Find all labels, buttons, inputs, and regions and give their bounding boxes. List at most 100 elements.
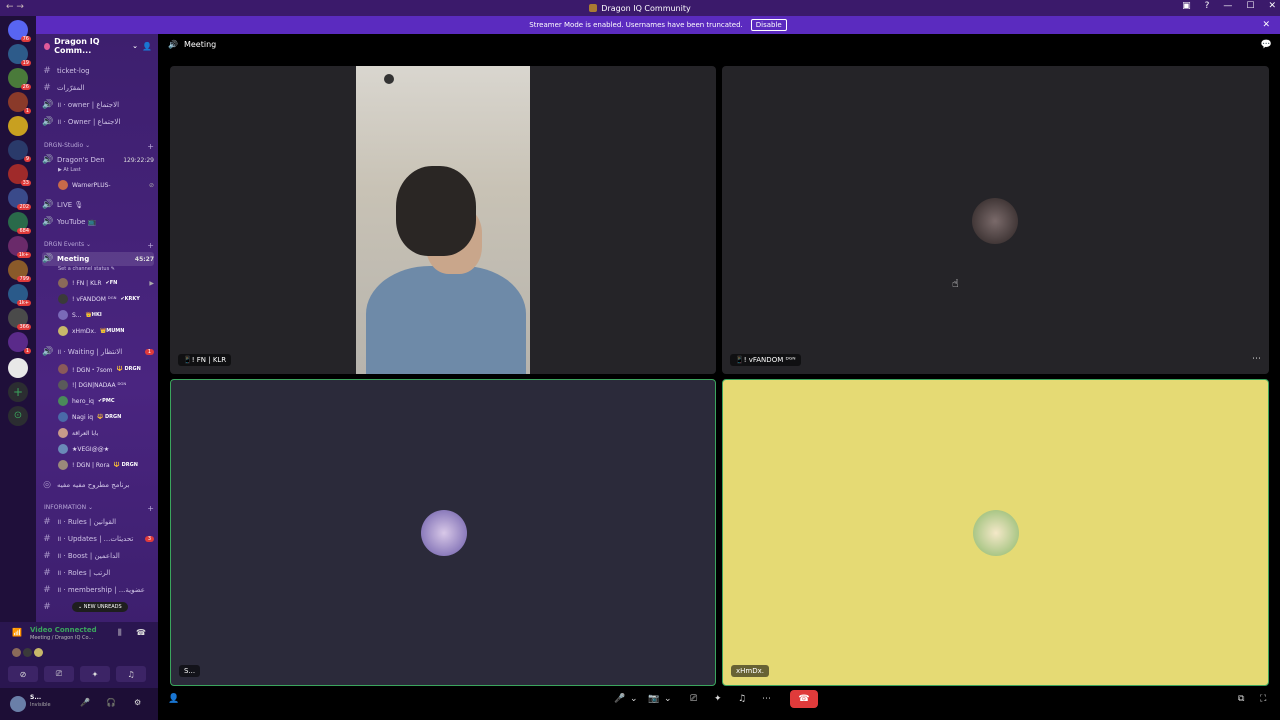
server-icon[interactable]: 366 bbox=[8, 308, 31, 330]
server-icon[interactable]: 33 bbox=[8, 164, 31, 186]
streamer-mode-banner: Streamer Mode is enabled. Usernames have… bbox=[36, 16, 1280, 34]
voice-user[interactable]: ★VEGI@@★ bbox=[58, 442, 154, 456]
close-window-icon[interactable]: ✕ bbox=[1268, 1, 1276, 11]
avatar bbox=[58, 396, 68, 406]
add-server-icon[interactable]: + bbox=[8, 382, 28, 402]
voice-user[interactable]: ! FN | KLR ✔FN ▶ bbox=[58, 276, 154, 290]
category-drgn-events[interactable]: DRGN Events ⌄ + bbox=[44, 241, 154, 250]
screen-share-icon[interactable]: ⎚ bbox=[690, 694, 697, 704]
headphones-icon[interactable]: 🎧 bbox=[106, 698, 116, 707]
server-icon[interactable]: 202 bbox=[8, 188, 31, 210]
voice-user[interactable]: xHmDx. 👑MUMN bbox=[58, 324, 154, 338]
banner-close-icon[interactable]: ✕ bbox=[1262, 20, 1270, 30]
voice-user[interactable]: ! DGN・7som 🔱 DRGN bbox=[58, 362, 154, 376]
minimize-icon[interactable]: — bbox=[1223, 1, 1232, 11]
category-information[interactable]: INFORMATION ⌄ + bbox=[44, 504, 154, 513]
channel-dragons-den[interactable]: 🔊 Dragon's Den 129:22:29 bbox=[42, 153, 154, 167]
channel-youtube[interactable]: 🔊 YouTube 📺 bbox=[42, 215, 154, 229]
soundboard-icon[interactable]: ♫ bbox=[738, 694, 746, 704]
channel-meeting[interactable]: 🔊 Meeting 45:27 bbox=[42, 252, 154, 266]
camera-icon[interactable]: 📷 bbox=[648, 694, 659, 704]
voice-location[interactable]: Meeting / Dragon IQ Co... bbox=[30, 635, 93, 641]
leave-call-button[interactable]: ☎ bbox=[790, 690, 818, 708]
add-channel-icon[interactable]: + bbox=[147, 142, 154, 151]
voice-user[interactable]: Nagi iq 🔱 DRGN bbox=[58, 410, 154, 424]
server-icon[interactable] bbox=[8, 116, 28, 136]
server-icon-active[interactable] bbox=[8, 358, 28, 378]
discover-icon[interactable]: ⊙ bbox=[8, 406, 28, 426]
server-icon[interactable]: 799 bbox=[8, 260, 31, 282]
channel-live[interactable]: 🔊 LIVE 🎙 bbox=[42, 198, 154, 212]
add-channel-icon[interactable]: + bbox=[147, 241, 154, 250]
video-tile[interactable]: xHmDx. bbox=[722, 379, 1269, 686]
fullscreen-icon[interactable]: ⛶ bbox=[1260, 694, 1266, 704]
chevron-down-icon[interactable]: ⌄ bbox=[630, 694, 638, 704]
channel-ticket-log[interactable]: # ticket-log bbox=[42, 64, 154, 78]
invite-to-call-icon[interactable]: 👤 bbox=[168, 694, 179, 704]
video-tile[interactable]: 📱! vFANDOM ᴰᴳᴺ ⋯ bbox=[722, 66, 1269, 374]
more-icon[interactable]: ⋯ bbox=[762, 694, 771, 704]
server-icon[interactable]: 1k+ bbox=[8, 284, 31, 306]
chevron-down-icon[interactable]: ⌄ bbox=[664, 694, 672, 704]
voice-user[interactable]: hero_iq ✔PMC bbox=[58, 394, 154, 408]
channel-owner-meeting[interactable]: 🔊 ॥ · owner | الاجتماع bbox=[42, 98, 154, 112]
popout-icon[interactable]: ⧉ bbox=[1238, 694, 1244, 704]
channel-status[interactable]: Set a channel status ✎ bbox=[58, 266, 115, 272]
voice-user[interactable]: S... 👑HKI bbox=[58, 308, 154, 322]
camera-off-icon[interactable]: ⊘ bbox=[8, 666, 38, 682]
add-channel-icon[interactable]: + bbox=[147, 504, 154, 513]
video-tile[interactable]: 📱! FN | KLR bbox=[170, 66, 716, 374]
signal-icon[interactable]: 📶 bbox=[12, 628, 22, 637]
channel-boost[interactable]: # ॥ · Boost | الداعمين bbox=[42, 549, 154, 563]
stream-icon: ⊘ bbox=[148, 181, 154, 189]
invite-icon[interactable]: 👤 bbox=[142, 42, 152, 51]
channel-rules[interactable]: # ॥ · Rules | القوانين bbox=[42, 515, 154, 529]
screen-share-icon[interactable]: ⎚ bbox=[44, 666, 74, 682]
server-icon[interactable]: 1 bbox=[8, 92, 31, 114]
back-forward-icon[interactable]: ← → bbox=[6, 2, 24, 12]
noise-icon[interactable]: ⫼ bbox=[118, 628, 122, 638]
category-drgn-studio[interactable]: DRGN-Studio ⌄ + bbox=[44, 142, 154, 151]
new-unreads-pill[interactable]: ⌄ NEW UNREADS bbox=[72, 602, 128, 612]
disconnect-icon[interactable]: ☎ bbox=[136, 628, 146, 637]
soundboard-icon[interactable]: ♫ bbox=[116, 666, 146, 682]
avatar bbox=[58, 294, 68, 304]
channel-program[interactable]: ◎ برنامج مطروح مفيه مفيه bbox=[42, 478, 154, 492]
disable-button[interactable]: Disable bbox=[750, 19, 787, 31]
chat-icon[interactable]: 💬 bbox=[1261, 40, 1272, 50]
server-icon[interactable]: 684 bbox=[8, 212, 31, 234]
avatar[interactable] bbox=[10, 696, 26, 712]
avatar bbox=[58, 412, 68, 422]
help-icon[interactable]: ? bbox=[1205, 1, 1210, 11]
server-icon[interactable]: 26 bbox=[8, 68, 31, 90]
channel-waiting[interactable]: 🔊 ॥ · Waiting | الانتظار 1 bbox=[42, 345, 154, 359]
channel-owner-meeting-2[interactable]: 🔊 ॥ · Owner | الاجتماع bbox=[42, 115, 154, 129]
server-icon[interactable]: 19 bbox=[8, 44, 31, 66]
voice-user[interactable]: !| DGN|NADAA ᴰᴳᴺ bbox=[58, 378, 154, 392]
channel-rules-ar[interactable]: # المقرّرات bbox=[42, 81, 154, 95]
channel-updates[interactable]: # ॥ · Updates | ...تحديثات 3 bbox=[42, 532, 154, 546]
mouse-cursor-icon: ☝ bbox=[952, 277, 959, 290]
mic-icon[interactable]: 🎤 bbox=[614, 694, 625, 704]
hash-icon: # bbox=[43, 534, 51, 544]
video-tile[interactable]: S... bbox=[170, 379, 716, 686]
gear-icon[interactable]: ⚙ bbox=[134, 698, 141, 707]
inbox-icon[interactable]: ▣ bbox=[1182, 1, 1191, 11]
channel-membership[interactable]: # ॥ · membership | ...عضوية bbox=[42, 583, 154, 597]
activities-icon[interactable]: ✦ bbox=[80, 666, 110, 682]
activities-icon[interactable]: ✦ bbox=[714, 694, 722, 704]
server-icon[interactable]: 76 bbox=[8, 20, 31, 42]
voice-user[interactable]: بابا العراقة bbox=[58, 426, 154, 440]
voice-user[interactable]: ! vFANDOM ᴰᴳᴺ ✔KRKY bbox=[58, 292, 154, 306]
server-header[interactable]: Dragon IQ Comm... ⌄ 👤 bbox=[36, 34, 158, 58]
maximize-icon[interactable]: ☐ bbox=[1246, 1, 1254, 11]
voice-user[interactable]: WarnerPLUS- ⊘ bbox=[58, 178, 154, 192]
voice-user[interactable]: ! DGN | Rora 🔱 DRGN bbox=[58, 458, 154, 472]
server-icon[interactable]: 1k+ bbox=[8, 236, 31, 258]
channel-roles[interactable]: # ॥ · Roles | الرتب bbox=[42, 566, 154, 580]
mic-icon[interactable]: 🎤 bbox=[80, 698, 90, 707]
chevron-down-icon: ⌄ bbox=[132, 42, 139, 50]
more-options-icon[interactable]: ⋯ bbox=[1252, 354, 1261, 364]
server-icon[interactable]: 1 bbox=[8, 332, 31, 354]
server-icon[interactable]: 9 bbox=[8, 140, 31, 162]
